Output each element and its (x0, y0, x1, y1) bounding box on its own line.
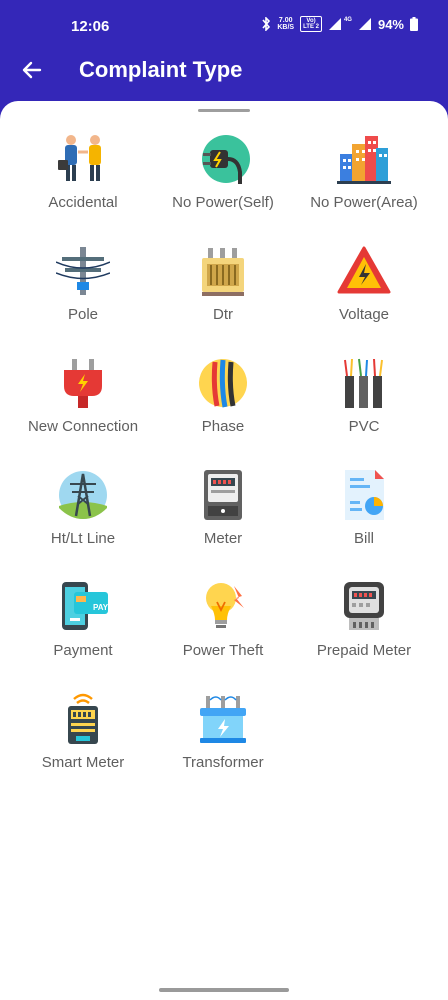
phase-wires-icon (199, 359, 247, 408)
tile-label: Prepaid Meter (316, 642, 412, 659)
red-plug-icon (64, 359, 102, 408)
network-type: 4G (343, 17, 352, 23)
tile-label: Pole (67, 306, 99, 323)
complaint-tile-accidental[interactable]: Accidental (8, 132, 158, 232)
tile-label: Payment (53, 642, 113, 659)
bulb-icon (206, 583, 244, 628)
complaint-sheet: Accidental No Power(Self) No Power(Area)… (0, 101, 448, 1000)
people-accident-icon (58, 135, 101, 181)
prepaid-meter-icon (344, 582, 384, 630)
status-time: 12:06 (71, 18, 110, 35)
bill-icon (345, 470, 384, 520)
smart-meter-icon (68, 693, 98, 744)
complaint-tile-voltage[interactable]: Voltage (289, 244, 439, 344)
tile-label: No Power(Self) (172, 194, 274, 211)
app-bar: Complaint Type (0, 52, 448, 102)
meter-icon (204, 470, 242, 520)
page-title: Complaint Type (79, 57, 243, 82)
complaint-tile-payment[interactable]: PAY Payment (8, 580, 158, 680)
tile-label: PVC (348, 418, 380, 435)
pole-icon (56, 247, 110, 295)
plug-icon (202, 135, 250, 184)
complaint-tile-phase[interactable]: Phase (148, 356, 298, 456)
complaint-tile-power-theft[interactable]: Power Theft (148, 580, 298, 680)
tile-label: Transformer (182, 754, 264, 771)
tower-icon (59, 471, 107, 519)
payment-icon: PAY (62, 582, 109, 630)
battery-icon (410, 17, 418, 31)
status-bar: 12:06 7.00 KB/S Vo) LTE 2 4G 94% (0, 0, 448, 52)
tile-label: Voltage (338, 306, 390, 323)
buildings-icon (337, 136, 391, 184)
dtr-icon (202, 248, 244, 296)
complaint-tile-no-power-self[interactable]: No Power(Self) (148, 132, 298, 232)
tile-label: Bill (353, 530, 374, 547)
battery-percent: 94% (377, 16, 404, 32)
complaint-tile-ht-lt-line[interactable]: Ht/Lt Line (8, 468, 158, 568)
tile-label: Dtr (213, 306, 233, 323)
gesture-nav-bar[interactable] (159, 988, 289, 992)
signal-2-icon (358, 18, 371, 30)
svg-text:PAY: PAY (93, 603, 109, 612)
volte-badge: Vo) LTE 2 (300, 16, 322, 32)
signal-icon (328, 18, 341, 30)
pvc-cables-icon (344, 358, 383, 408)
tile-label: New Connection (27, 418, 139, 435)
back-arrow-icon[interactable] (20, 58, 44, 82)
complaint-tile-smart-meter[interactable]: Smart Meter (8, 692, 158, 792)
tile-label: Power Theft (182, 642, 264, 659)
complaint-tile-meter[interactable]: Meter (148, 468, 298, 568)
transformer-icon (200, 696, 246, 743)
tile-label: Phase (201, 418, 245, 435)
tile-label: Ht/Lt Line (50, 530, 116, 547)
net-speed: 7.00 KB/S (277, 17, 295, 31)
complaint-tile-pvc[interactable]: PVC (289, 356, 439, 456)
complaint-tile-dtr[interactable]: Dtr (148, 244, 298, 344)
complaint-tile-no-power-area[interactable]: No Power(Area) (289, 132, 439, 232)
complaint-tile-transformer[interactable]: Transformer (148, 692, 298, 792)
tile-label: Meter (203, 530, 243, 547)
complaint-tile-new-connection[interactable]: New Connection (8, 356, 158, 456)
bluetooth-icon (262, 17, 271, 31)
tile-label: Accidental (48, 194, 118, 211)
complaint-tile-bill[interactable]: Bill (289, 468, 439, 568)
voltage-warning-icon (337, 246, 391, 294)
tile-label: No Power(Area) (310, 194, 418, 211)
tile-label: Smart Meter (41, 754, 125, 771)
status-icons: 7.00 KB/S Vo) LTE 2 4G 94% (261, 16, 418, 32)
complaint-tile-pole[interactable]: Pole (8, 244, 158, 344)
complaint-tile-prepaid-meter[interactable]: Prepaid Meter (289, 580, 439, 680)
drag-handle[interactable] (198, 109, 250, 112)
